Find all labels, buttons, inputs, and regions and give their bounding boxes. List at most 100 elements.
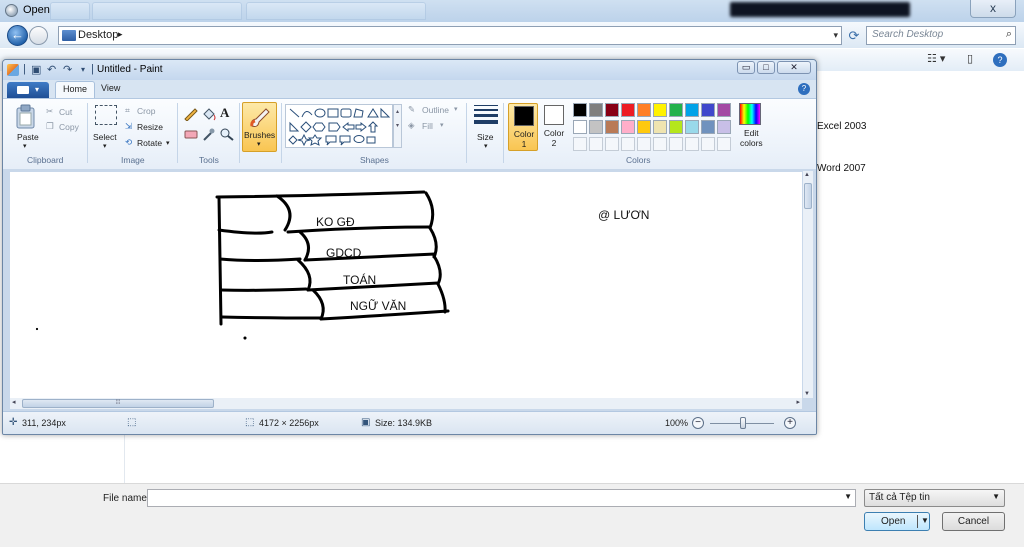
forward-button[interactable] bbox=[29, 26, 48, 45]
resize-button[interactable]: Resize bbox=[137, 122, 163, 132]
file-item-excel-2003[interactable]: Excel 2003 bbox=[817, 121, 866, 132]
shapes-gallery[interactable] bbox=[285, 104, 393, 148]
rotate-dropdown-icon[interactable]: ▾ bbox=[166, 139, 170, 147]
customize-quick-access-icon[interactable]: ▾ bbox=[81, 65, 85, 74]
color2-button[interactable]: Color 2 bbox=[539, 103, 569, 151]
file-type-value[interactable]: Tất cả Tệp tin bbox=[869, 492, 930, 503]
edit-colors-label-2[interactable]: colors bbox=[740, 138, 763, 148]
help-icon[interactable]: ? bbox=[798, 83, 810, 95]
open-dialog-close-button[interactable]: x bbox=[970, 0, 1016, 18]
file-item-word-2007[interactable]: Word 2007 bbox=[817, 163, 866, 174]
palette-swatch[interactable] bbox=[589, 103, 603, 117]
palette-empty-swatch[interactable] bbox=[573, 137, 587, 151]
palette-swatch[interactable] bbox=[621, 120, 635, 134]
select-icon[interactable] bbox=[95, 105, 117, 125]
paint-menu-button[interactable]: ▾ bbox=[7, 82, 49, 98]
palette-swatch[interactable] bbox=[637, 120, 651, 134]
paint-app-icon[interactable] bbox=[7, 64, 19, 76]
address-location[interactable]: Desktop bbox=[78, 29, 118, 41]
scroll-right-icon[interactable]: ▸ bbox=[796, 398, 800, 406]
refresh-icon[interactable]: ⟳ bbox=[845, 26, 863, 45]
open-button[interactable]: Open ▼ bbox=[864, 512, 930, 531]
breadcrumb-arrow-icon[interactable]: ▸ bbox=[118, 29, 123, 40]
palette-swatch[interactable] bbox=[717, 120, 731, 134]
palette-swatch[interactable] bbox=[653, 120, 667, 134]
select-dropdown-icon[interactable]: ▾ bbox=[103, 142, 107, 150]
palette-swatch[interactable] bbox=[701, 120, 715, 134]
fill-bucket-icon[interactable] bbox=[201, 107, 217, 121]
scroll-down-icon[interactable]: ▼ bbox=[804, 391, 810, 397]
palette-swatch[interactable] bbox=[669, 103, 683, 117]
palette-empty-swatch[interactable] bbox=[685, 137, 699, 151]
eraser-icon[interactable] bbox=[183, 127, 199, 141]
magnifier-icon[interactable] bbox=[219, 127, 235, 141]
cut-button[interactable]: Cut bbox=[59, 107, 72, 117]
tab-home[interactable]: Home bbox=[55, 81, 95, 98]
paste-dropdown-icon[interactable]: ▾ bbox=[23, 142, 27, 150]
preview-pane-icon[interactable]: ▯ bbox=[967, 52, 973, 65]
scroll-left-icon[interactable]: ◂ bbox=[12, 398, 16, 406]
minimize-button[interactable]: ▭ bbox=[737, 61, 755, 74]
palette-swatch[interactable] bbox=[653, 103, 667, 117]
edit-colors-label-1[interactable]: Edit bbox=[744, 128, 759, 138]
search-input[interactable]: Search Desktop ⌕ bbox=[866, 26, 1016, 45]
fill-dropdown-icon[interactable]: ▾ bbox=[440, 121, 444, 129]
copy-button[interactable]: Copy bbox=[59, 122, 79, 132]
shapes-scroll[interactable]: ▴ ▾ bbox=[393, 104, 402, 148]
view-options-icon[interactable]: ☷ ▾ bbox=[927, 52, 945, 65]
palette-swatch[interactable] bbox=[621, 103, 635, 117]
palette-swatch[interactable] bbox=[637, 103, 651, 117]
scroll-up-icon[interactable]: ▲ bbox=[804, 172, 810, 178]
search-icon[interactable]: ⌕ bbox=[1006, 28, 1012, 41]
palette-empty-swatch[interactable] bbox=[621, 137, 635, 151]
color-picker-icon[interactable] bbox=[201, 127, 217, 141]
address-dropdown-icon[interactable]: ▾ bbox=[833, 30, 838, 41]
undo-icon[interactable]: ↶ bbox=[47, 63, 56, 76]
back-button[interactable]: ← bbox=[7, 25, 28, 46]
file-type-select[interactable]: Tất cả Tệp tin ▼ bbox=[864, 489, 1005, 507]
maximize-button[interactable]: □ bbox=[757, 61, 775, 74]
address-bar[interactable]: Desktop ▸ ▾ bbox=[58, 26, 842, 45]
crop-button[interactable]: Crop bbox=[137, 106, 155, 116]
palette-empty-swatch[interactable] bbox=[717, 137, 731, 151]
palette-swatch[interactable] bbox=[605, 103, 619, 117]
palette-swatch[interactable] bbox=[685, 103, 699, 117]
paint-close-button[interactable]: ✕ bbox=[777, 61, 811, 74]
palette-empty-swatch[interactable] bbox=[637, 137, 651, 151]
tab-view[interactable]: View bbox=[101, 83, 120, 93]
size-button[interactable]: Size bbox=[477, 132, 494, 142]
select-button[interactable]: Select bbox=[93, 132, 117, 142]
pencil-icon[interactable] bbox=[183, 107, 199, 121]
zoom-in-button[interactable]: + bbox=[784, 417, 796, 429]
outline-dropdown-icon[interactable]: ▾ bbox=[454, 105, 458, 113]
brushes-button[interactable]: Brushes ▾ bbox=[242, 102, 277, 152]
horizontal-scroll-thumb[interactable]: ⁞⁞⁞ bbox=[22, 399, 214, 408]
palette-swatch[interactable] bbox=[589, 120, 603, 134]
palette-empty-swatch[interactable] bbox=[589, 137, 603, 151]
palette-swatch[interactable] bbox=[685, 120, 699, 134]
edit-colors-icon[interactable] bbox=[739, 103, 765, 125]
palette-empty-swatch[interactable] bbox=[605, 137, 619, 151]
palette-swatch[interactable] bbox=[573, 103, 587, 117]
fill-button[interactable]: Fill bbox=[422, 121, 433, 131]
save-icon[interactable]: ▣ bbox=[31, 63, 41, 76]
open-button-label[interactable]: Open bbox=[881, 516, 905, 527]
file-type-dropdown-icon[interactable]: ▼ bbox=[992, 492, 1000, 501]
vertical-scrollbar[interactable]: ▲ ▼ bbox=[803, 171, 813, 398]
palette-swatch[interactable] bbox=[573, 120, 587, 134]
palette-empty-swatch[interactable] bbox=[653, 137, 667, 151]
horizontal-scrollbar[interactable]: ◂ ⁞⁞⁞ ▸ bbox=[10, 398, 802, 409]
drawing-canvas[interactable]: KO GĐ GDCD TOÁN NGỮ VĂN @ LƯƠN bbox=[10, 172, 802, 398]
size-dropdown-icon[interactable]: ▾ bbox=[484, 142, 488, 150]
open-button-dropdown-icon[interactable]: ▼ bbox=[921, 516, 929, 525]
palette-swatch[interactable] bbox=[717, 103, 731, 117]
file-name-input[interactable]: ▼ bbox=[147, 489, 856, 507]
cancel-button[interactable]: Cancel bbox=[942, 512, 1005, 531]
color1-button[interactable]: Color 1 bbox=[508, 103, 538, 151]
zoom-out-button[interactable]: − bbox=[692, 417, 704, 429]
redo-icon[interactable]: ↷ bbox=[63, 63, 72, 76]
palette-empty-swatch[interactable] bbox=[701, 137, 715, 151]
palette-empty-swatch[interactable] bbox=[669, 137, 683, 151]
palette-swatch[interactable] bbox=[605, 120, 619, 134]
help-icon[interactable]: ? bbox=[993, 53, 1007, 67]
